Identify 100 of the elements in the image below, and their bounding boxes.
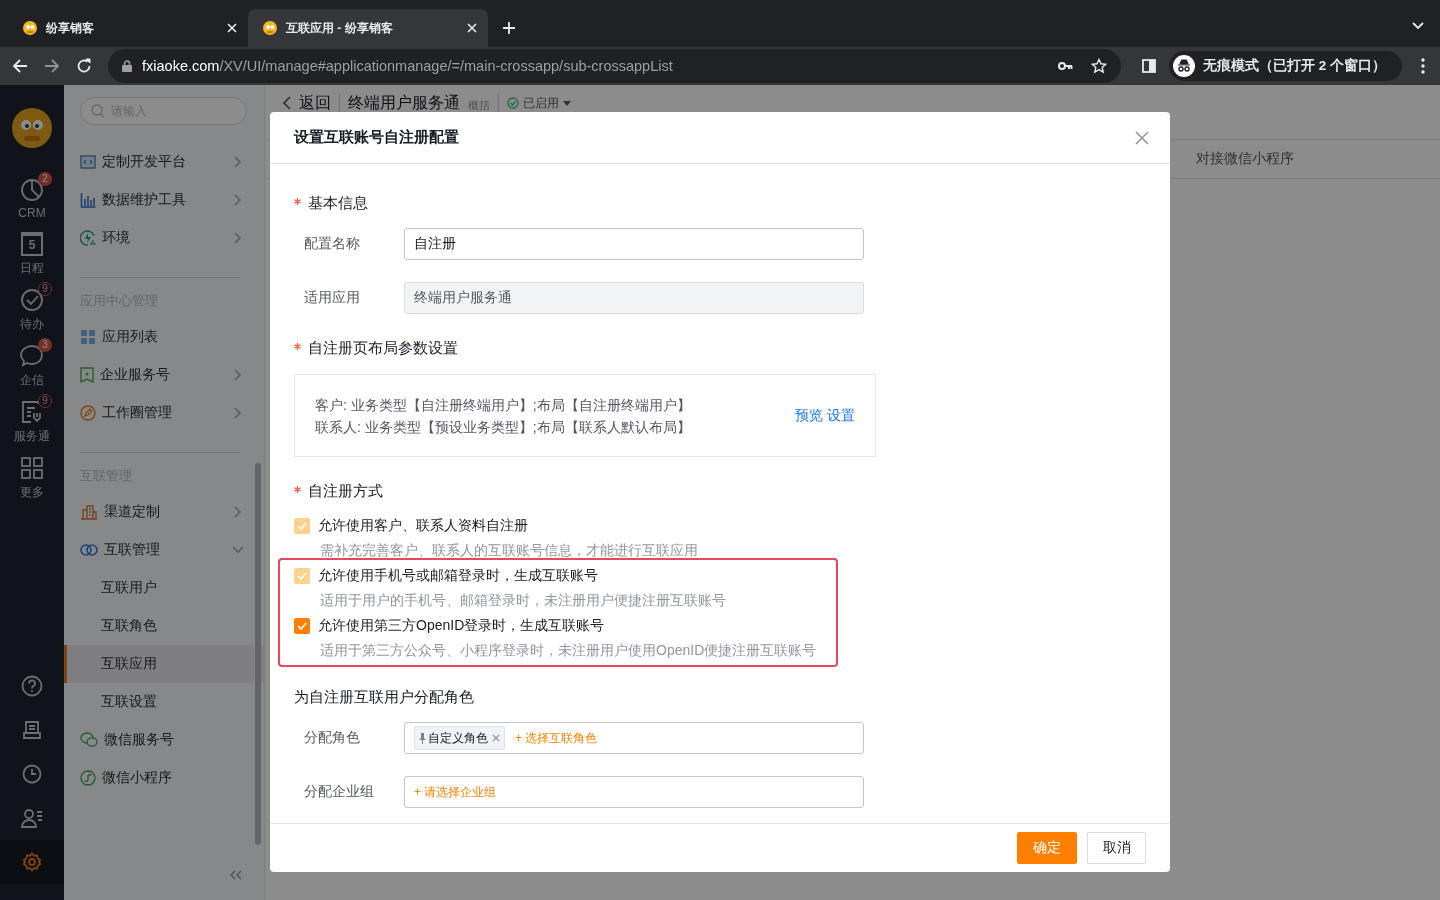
layout-summary: 客户: 业务类型【自注册终端用户】;布局【自注册终端用户】 联系人: 业务类型【预设业务类型】;布局【联系人默认布局】 — [315, 395, 692, 437]
pencil-icon — [80, 405, 96, 421]
clock-icon — [22, 764, 42, 784]
picker-field[interactable]: 自定义角色 + 选择互联角色 — [404, 722, 864, 754]
rail-item[interactable]: 9 待办 — [0, 282, 64, 338]
more-icon[interactable] — [1421, 58, 1425, 74]
building-icon — [80, 504, 98, 520]
back-icon[interactable] — [12, 58, 28, 74]
bookmark-icon — [80, 367, 94, 383]
avatar-icon[interactable] — [12, 108, 52, 148]
sidebar-item[interactable]: 互联应用 — [64, 645, 264, 683]
pin-icon — [419, 732, 426, 744]
cancel-button[interactable]: 取消 — [1087, 832, 1146, 864]
sidebar-item[interactable]: 企业服务号 — [64, 356, 264, 394]
collapse-icon[interactable] — [230, 870, 242, 880]
rings-icon — [80, 543, 98, 557]
favicon-icon — [262, 20, 278, 36]
count-badge: 3 — [38, 338, 52, 352]
page-tab[interactable]: 对接微信小程序 — [1196, 150, 1294, 168]
chevron-right-icon — [234, 407, 242, 419]
count-badge: 9 — [38, 282, 52, 296]
tick-icon — [297, 571, 307, 580]
picker-field[interactable]: + 请选择企业组 — [404, 776, 864, 808]
help-icon — [21, 675, 43, 697]
calendar-icon: 5 — [21, 232, 43, 256]
remove-icon[interactable] — [492, 734, 500, 742]
sidebar-item[interactable]: 定制开发平台 — [64, 143, 264, 181]
sidebar-item[interactable]: 环境 — [64, 219, 264, 257]
section-title: 基本信息 — [308, 193, 368, 213]
sidebar-item[interactable]: 应用列表 — [64, 318, 264, 356]
key-icon[interactable] — [1058, 61, 1073, 71]
text-field[interactable]: 自注册 — [404, 228, 864, 260]
page-subtitle: 概括 — [468, 98, 490, 113]
field-label: 分配企业组 — [303, 783, 375, 801]
grid-icon — [80, 329, 96, 345]
section-title: 自注册页布局参数设置 — [308, 338, 458, 358]
bar-chart-icon — [80, 192, 96, 208]
rail-item[interactable]: 更多 — [0, 450, 64, 506]
sidebar-item[interactable]: 互联设置 — [64, 683, 264, 721]
dialog-title: 设置互联账号自注册配置 — [294, 128, 459, 147]
profile-button[interactable]: 无痕模式（已打开 2 个窗口） — [1169, 51, 1402, 81]
grid-icon — [20, 456, 44, 480]
plus-icon[interactable] — [502, 21, 516, 35]
link[interactable]: 设置 — [827, 406, 855, 425]
chevron-right-icon — [234, 232, 242, 244]
rail-item[interactable]: 2 CRM — [0, 170, 64, 226]
option-hint: 需补充完善客户、联系人的互联账号信息，才能进行互联应用 — [319, 541, 699, 560]
sidebar-item[interactable]: 工作圈管理 — [64, 394, 264, 432]
add-link[interactable]: + 请选择企业组 — [414, 783, 497, 801]
star-icon[interactable] — [1091, 58, 1107, 74]
option-hint: 适用于用户的手机号、邮箱登录时，未注册用户便捷注册互联账号 — [319, 591, 727, 610]
address-bar[interactable]: fxiaoke.com/XV/UI/manage#applicationmanage/=/main-crossapp/sub-crossappList — [108, 49, 1121, 83]
sidebar-item[interactable]: 互联用户 — [64, 569, 264, 607]
browser-tab[interactable]: 互联应用 - 纷享销客 — [248, 9, 488, 47]
chevron-right-icon — [234, 369, 242, 381]
sidebar-item[interactable]: 渠道定制 — [64, 493, 264, 531]
rail-item[interactable]: 9 服务通 — [0, 394, 64, 450]
link[interactable]: 预览 — [795, 406, 823, 425]
lock-icon — [122, 60, 132, 72]
sidebar-item[interactable]: 互联管理 — [64, 531, 264, 569]
favicon-icon — [22, 20, 38, 36]
chat-bubbles-icon — [80, 732, 98, 748]
section-title: 为自注册互联用户分配角色 — [294, 687, 474, 707]
rail-item[interactable]: 3 企信 — [0, 338, 64, 394]
chevron-down-icon[interactable] — [1412, 22, 1424, 30]
reload-icon[interactable] — [76, 58, 92, 74]
caret-icon — [563, 100, 571, 106]
scrollbar[interactable] — [255, 463, 261, 845]
option-label: 允许使用客户、联系人资料自注册 — [318, 516, 528, 535]
role-tag[interactable]: 自定义角色 — [414, 726, 505, 750]
notebook-icon — [22, 720, 42, 740]
rail-button[interactable] — [0, 840, 64, 884]
count-badge: 9 — [38, 394, 52, 408]
sidebar-item[interactable]: 数据维护工具 — [64, 181, 264, 219]
side-panel-icon[interactable] — [1142, 59, 1156, 73]
forward-icon[interactable] — [44, 58, 60, 74]
bolt-icon — [80, 230, 96, 246]
sidebar-item[interactable]: 微信小程序 — [64, 759, 264, 797]
field-label: 分配角色 — [303, 729, 361, 747]
browser-tab[interactable]: 纷享销客 — [8, 9, 248, 47]
section-title: 自注册方式 — [308, 481, 383, 501]
option-label: 允许使用手机号或邮箱登录时，生成互联账号 — [318, 566, 598, 585]
rail-item[interactable]: 5 日程 — [0, 226, 64, 282]
chevron-down-icon — [232, 546, 244, 554]
chevron-right-icon — [234, 194, 242, 206]
sidebar-item[interactable]: 微信服务号 — [64, 721, 264, 759]
field-label: 适用应用 — [303, 289, 361, 307]
settings-icon — [22, 852, 42, 872]
tick-icon — [297, 621, 307, 630]
option-label: 允许使用第三方OpenID登录时，生成互联账号 — [318, 616, 605, 635]
back-link[interactable]: 返回 — [283, 94, 331, 112]
sidebar-item[interactable]: 互联角色 — [64, 607, 264, 645]
check-circle-icon — [507, 97, 519, 109]
option-hint: 适用于第三方公众号、小程序登录时，未注册用户使用OpenID便捷注册互联账号 — [319, 641, 818, 660]
code-icon — [80, 154, 96, 170]
add-link[interactable]: + 选择互联角色 — [515, 729, 598, 747]
incognito-icon — [1173, 55, 1195, 77]
contacts-icon — [21, 808, 43, 828]
tick-icon — [297, 521, 307, 530]
chevron-right-icon — [234, 506, 242, 518]
